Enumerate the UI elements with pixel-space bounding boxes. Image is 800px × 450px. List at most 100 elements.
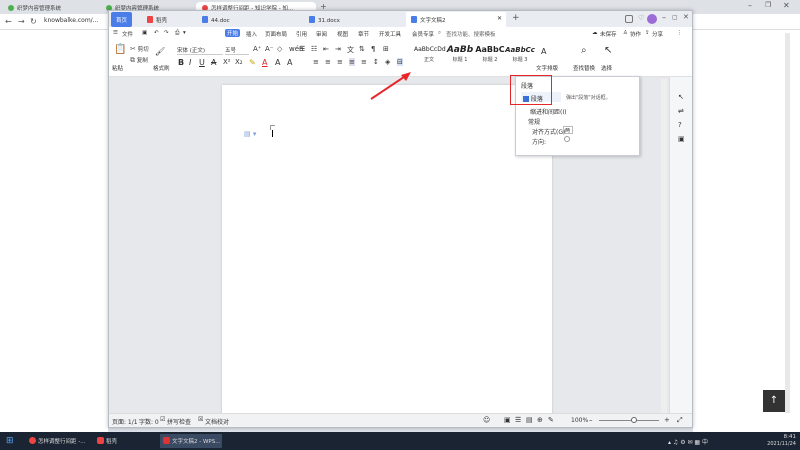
back-to-top-button[interactable]: ↑	[763, 390, 785, 412]
menu-start[interactable]: 开始	[225, 29, 241, 37]
style-heading-3[interactable]: AaBbCc 标题 3	[505, 44, 535, 66]
distributed-icon[interactable]: ≡	[361, 58, 367, 66]
char-border-icon[interactable]: A	[287, 58, 292, 67]
align-left-icon[interactable]: ≡	[313, 58, 319, 66]
back-icon[interactable]: ←	[5, 17, 12, 26]
sort-icon[interactable]: ⇅	[359, 45, 365, 53]
format-painter-icon[interactable]: 🖌	[155, 47, 165, 56]
wps-doc-tab-1[interactable]: 44.doc	[197, 12, 297, 27]
text-layout-icon[interactable]: A	[541, 47, 546, 56]
maximize-icon[interactable]: ❐	[765, 1, 771, 9]
paste-icon[interactable]: 📋	[114, 44, 126, 55]
paragraph-marker-icon[interactable]: ▤ ▾	[244, 130, 256, 138]
save-icon[interactable]: ▣	[142, 30, 147, 36]
zoom-in-icon[interactable]: +	[664, 416, 670, 424]
style-heading-2[interactable]: AaBbC 标题 2	[475, 44, 505, 66]
taskbar-item-daoke[interactable]: 稻壳	[94, 434, 154, 448]
zoom-level[interactable]: 100%	[571, 417, 588, 424]
superscript-icon[interactable]: X²	[223, 58, 231, 66]
clock-date[interactable]: 2021/11/24	[760, 441, 796, 447]
font-select[interactable]: 宋体 (正文)	[177, 46, 223, 55]
wps-home-tab[interactable]: 首页	[111, 12, 133, 27]
eye-protect-icon[interactable]: ☺	[483, 416, 490, 424]
wps-doc-tab-2[interactable]: 31.docx	[304, 12, 404, 27]
text-layout-button[interactable]: 文字排版	[536, 64, 558, 72]
outline-view-icon[interactable]: ☰	[515, 416, 521, 424]
clear-format-icon[interactable]: ◇	[277, 45, 282, 53]
zoom-slider[interactable]	[599, 420, 659, 421]
bold-icon[interactable]: B	[178, 58, 184, 67]
sidebar-image-icon[interactable]: ▣	[678, 135, 685, 143]
font-size-select[interactable]: 五号	[225, 46, 249, 55]
wps-daoke-tab[interactable]: 稻壳	[142, 12, 196, 27]
italic-icon[interactable]: I	[189, 58, 191, 67]
justify-icon[interactable]: ≡	[349, 58, 355, 66]
menu-section[interactable]: 章节	[358, 30, 369, 38]
menu-reference[interactable]: 引用	[296, 30, 307, 38]
format-painter-button[interactable]: 格式刷	[153, 64, 170, 72]
style-normal[interactable]: AaBbCcDd 正文	[414, 44, 446, 66]
wps-new-tab-button[interactable]: +	[512, 13, 520, 23]
line-spacing-icon[interactable]: ↕	[373, 58, 379, 66]
menu-dev[interactable]: 开发工具	[379, 30, 401, 38]
align-center-icon[interactable]: ≡	[325, 58, 331, 66]
wps-minimize-icon[interactable]: –	[662, 13, 666, 22]
hamburger-icon[interactable]: ☰	[113, 30, 118, 36]
bullet-list-icon[interactable]: ☰	[299, 45, 305, 53]
sidebar-arrow-icon[interactable]: ↖	[678, 93, 684, 101]
wps-close-icon[interactable]: ✕	[683, 13, 689, 21]
paste-button[interactable]: 粘贴	[112, 64, 123, 72]
shading-icon[interactable]: ◈	[385, 58, 390, 66]
page-scrollbar[interactable]	[785, 33, 790, 413]
shrink-font-icon[interactable]: A⁻	[265, 45, 273, 53]
share-button[interactable]: 分享	[652, 30, 663, 38]
document-page[interactable]: ▤ ▾	[222, 85, 552, 425]
strikethrough-icon[interactable]: A	[211, 58, 216, 67]
web-view-icon[interactable]: ⊕	[537, 416, 543, 424]
highlight-icon[interactable]: ✎	[249, 58, 256, 67]
wps-doc-tab-3[interactable]: 文字文稿2 ✕	[406, 12, 506, 27]
word-count[interactable]: 字数: 0	[139, 417, 159, 426]
paragraph-settings-icon[interactable]: ⊟	[397, 58, 403, 66]
tab-close-icon[interactable]: ✕	[497, 15, 502, 22]
page-count[interactable]: 页面: 1/1	[112, 417, 138, 426]
wps-maximize-icon[interactable]: ▢	[672, 14, 678, 21]
fullscreen-icon[interactable]: ⤢	[677, 416, 683, 425]
menu-view[interactable]: 视图	[337, 30, 348, 38]
increase-indent-icon[interactable]: ⇥	[335, 45, 341, 53]
skin-icon[interactable]: ♡	[638, 14, 644, 22]
decrease-indent-icon[interactable]: ⇤	[323, 45, 329, 53]
zoom-out-icon[interactable]: –	[589, 416, 593, 424]
address-bar[interactable]: knowbalke.com/...	[44, 17, 98, 24]
menu-insert[interactable]: 插入	[246, 30, 257, 38]
underline-icon[interactable]: U	[199, 58, 205, 67]
char-shading-icon[interactable]: A	[275, 58, 280, 67]
zoom-slider-handle[interactable]	[631, 417, 637, 423]
browser-tab-1[interactable]: 织梦内容管理系统	[2, 2, 100, 14]
font-color-icon[interactable]: A	[262, 58, 267, 67]
page-view-icon[interactable]: ▣	[504, 416, 511, 424]
find-replace-button[interactable]: 查找替换	[573, 64, 595, 72]
menu-review[interactable]: 审阅	[316, 30, 327, 38]
show-marks-icon[interactable]: ¶	[371, 45, 375, 53]
taskbar-item-wps[interactable]: 文字文稿2 - WPS...	[160, 434, 222, 448]
forward-icon[interactable]: →	[18, 17, 25, 26]
more-icon[interactable]: ⋮	[677, 30, 683, 36]
style-heading-1[interactable]: AaBb 标题 1	[445, 44, 475, 66]
read-view-icon[interactable]: ▤	[526, 416, 533, 424]
avatar[interactable]	[647, 14, 657, 24]
sidebar-help-icon[interactable]: ?	[678, 121, 682, 129]
proof-button[interactable]: 文档校对	[205, 417, 229, 426]
menu-layout[interactable]: 页面布局	[265, 30, 287, 38]
clock-time[interactable]: 8:41	[766, 434, 796, 440]
undo-icon[interactable]: ↶	[154, 30, 159, 36]
cursor-icon[interactable]: ↖	[604, 45, 612, 56]
taskbar-item-chrome[interactable]: 怎样调整行间距 -...	[26, 434, 88, 448]
quick-access-chevron-icon[interactable]: ▾	[183, 30, 186, 36]
close-icon[interactable]: ✕	[783, 1, 790, 10]
collab-button[interactable]: 协作	[630, 30, 641, 38]
menu-vip[interactable]: 会员专享	[412, 30, 434, 38]
sidebar-adjust-icon[interactable]: ⇌	[678, 107, 684, 115]
print-icon[interactable]: ⎙	[175, 30, 179, 37]
find-icon[interactable]: ⌕	[581, 45, 587, 56]
